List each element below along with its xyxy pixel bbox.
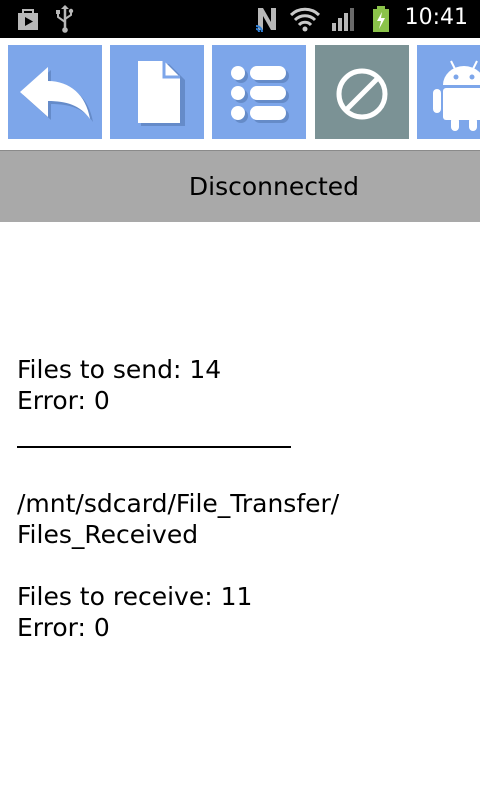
divider: [17, 446, 291, 448]
list-icon: [231, 66, 289, 123]
connection-status: Disconnected: [188, 172, 360, 201]
reply-arrow-icon: [20, 67, 93, 122]
signal-icon: [331, 6, 357, 36]
transfer-summary: Files to send: 14 Error: 0 /mnt/sdcard/F…: [17, 354, 467, 643]
prohibited-icon: [336, 68, 388, 120]
system-status-bar: 10:41: [0, 0, 480, 38]
play-store-icon: [15, 6, 41, 36]
nfc-icon: [254, 4, 280, 38]
files-to-send: Files to send: 14: [17, 355, 222, 384]
connection-status-bar: Disconnected: [0, 150, 480, 222]
android-button[interactable]: [417, 45, 480, 139]
battery-charging-icon: [371, 5, 391, 37]
receive-error-count: Error: 0: [17, 613, 110, 642]
back-button[interactable]: [8, 45, 102, 139]
toolbar: [0, 38, 480, 150]
files-to-receive: Files to receive: 11: [17, 582, 253, 611]
file-button[interactable]: [110, 45, 204, 139]
document-icon: [138, 61, 185, 126]
send-error-count: Error: 0: [17, 386, 110, 415]
clock: 10:41: [404, 5, 468, 30]
disconnect-button[interactable]: [315, 45, 409, 139]
received-path-line2: Files_Received: [17, 520, 199, 549]
received-path-line1: /mnt/sdcard/File_Transfer/: [17, 489, 340, 518]
wifi-icon: [289, 6, 321, 36]
usb-icon: [54, 4, 76, 38]
list-button[interactable]: [212, 45, 306, 139]
android-icon: [433, 60, 480, 131]
